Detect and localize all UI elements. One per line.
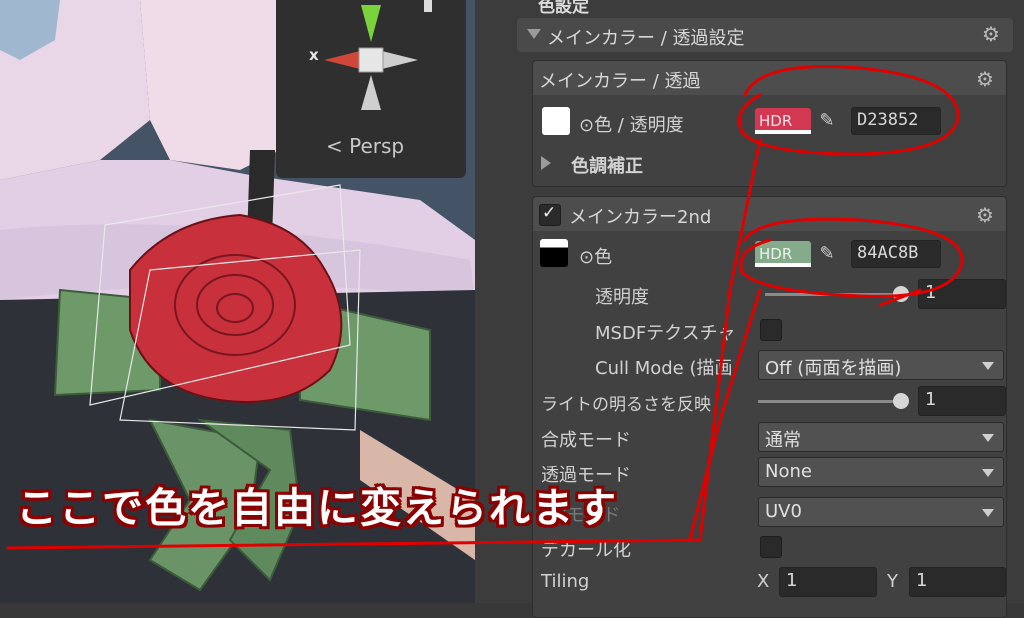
tiling-y-label: Y	[887, 571, 898, 592]
light-value: 1	[925, 389, 937, 410]
gear-icon[interactable]: ⚙	[976, 203, 994, 227]
tone-correction-foldout[interactable]: 色調補正	[571, 152, 643, 178]
main-color-hdr-swatch[interactable]: HDR	[755, 108, 811, 134]
orientation-gizmo[interactable]: x < Persp	[276, 0, 466, 178]
gear-icon[interactable]: ⚙	[982, 22, 1000, 46]
light-slider-knob[interactable]	[893, 393, 909, 409]
chevron-down-icon	[982, 509, 994, 517]
tiling-y-value: 1	[916, 570, 928, 591]
2nd-color-label: ⊙色	[579, 247, 613, 268]
annotation-caption: ここで色を自由に変えられます	[16, 484, 618, 532]
uv-mode-dropdown[interactable]: UV0	[758, 497, 1004, 527]
transparency-mode-dropdown[interactable]: None	[758, 457, 1004, 487]
2nd-color-hex-value: 84AC8B	[857, 243, 919, 263]
eyedropper-icon[interactable]: ✎	[815, 108, 839, 134]
eyedropper-icon[interactable]: ✎	[815, 241, 839, 267]
persp-label[interactable]: < Persp	[326, 134, 404, 158]
light-slider-track[interactable]	[758, 400, 905, 403]
main-color-foldout[interactable]: メインカラー / 透過設定 ⚙	[517, 18, 1013, 52]
blend-mode-dropdown[interactable]: 通常	[758, 422, 1004, 452]
chevron-down-icon	[982, 469, 994, 477]
main-texture-slot[interactable]	[542, 107, 570, 135]
foldout-arrow-icon[interactable]	[541, 156, 551, 170]
transparency-mode-value: None	[765, 461, 812, 482]
light-input[interactable]: 1	[918, 386, 1006, 416]
main-color-foldout-label: メインカラー / 透過設定	[547, 28, 745, 49]
cull-mode-dropdown[interactable]: Off (両面を描画)	[758, 350, 1004, 380]
alpha-slider-knob[interactable]	[893, 286, 909, 302]
tiling-y-input[interactable]: 1	[909, 567, 1006, 597]
main-color-2nd-header: メインカラー2nd ⚙	[533, 197, 1006, 231]
main-color-2nd-toggle[interactable]	[539, 203, 561, 226]
main-color-2nd-box: メインカラー2nd ⚙ ⊙色 HDR ✎ 84AC8B 透明度 1 MSDFテク…	[532, 196, 1007, 618]
blend-mode-value: 通常	[765, 430, 801, 451]
cull-mode-value: Off (両面を描画)	[765, 358, 902, 379]
main-color-2nd-title: メインカラー2nd	[569, 207, 712, 228]
tiling-label: Tiling	[541, 571, 590, 592]
decal-label: デカール化	[541, 540, 631, 561]
tiling-x-value: 1	[786, 570, 798, 591]
cull-mode-label: Cull Mode (描画	[595, 358, 733, 379]
chevron-down-icon	[982, 362, 994, 370]
tiling-x-input[interactable]: 1	[779, 567, 877, 597]
uv-mode-value: UV0	[765, 501, 802, 522]
light-label: ライトの明るさを反映	[541, 395, 711, 415]
alpha-bar	[755, 263, 811, 267]
gizmo-x-label: x	[309, 46, 319, 64]
main-color-hex-value: D23852	[857, 110, 919, 130]
alpha-label: 透明度	[595, 287, 649, 308]
alpha-bar	[755, 130, 811, 134]
main-color-hex-input[interactable]: D23852	[851, 107, 941, 135]
2nd-color-hex-input[interactable]: 84AC8B	[851, 240, 941, 268]
2nd-color-hdr-swatch[interactable]: HDR	[755, 241, 811, 267]
main-color-box: メインカラー / 透過 ⚙ ⊙色 / 透明度 HDR ✎ D23852 色調補正	[532, 60, 1007, 187]
section-title: 色設定	[538, 0, 589, 17]
foldout-arrow-icon	[527, 29, 541, 39]
blend-mode-label: 合成モード	[541, 430, 631, 451]
hdr-label: HDR	[759, 245, 793, 263]
chevron-down-icon	[982, 434, 994, 442]
tiling-x-label: X	[757, 571, 770, 592]
alpha-input[interactable]: 1	[918, 279, 1006, 309]
gear-icon[interactable]: ⚙	[976, 67, 994, 91]
msdf-checkbox[interactable]	[760, 319, 782, 341]
main-color-label: ⊙色 / 透明度	[579, 115, 684, 136]
main-color-box-title: メインカラー / 透過	[539, 71, 701, 92]
msdf-label: MSDFテクスチャ	[595, 323, 736, 344]
alpha-value: 1	[925, 282, 937, 303]
2nd-texture-slot[interactable]	[540, 239, 568, 267]
main-color-box-header: メインカラー / 透過 ⚙	[533, 61, 1006, 95]
hdr-label: HDR	[759, 112, 793, 130]
alpha-slider-track[interactable]	[765, 293, 905, 296]
decal-checkbox[interactable]	[760, 536, 782, 558]
